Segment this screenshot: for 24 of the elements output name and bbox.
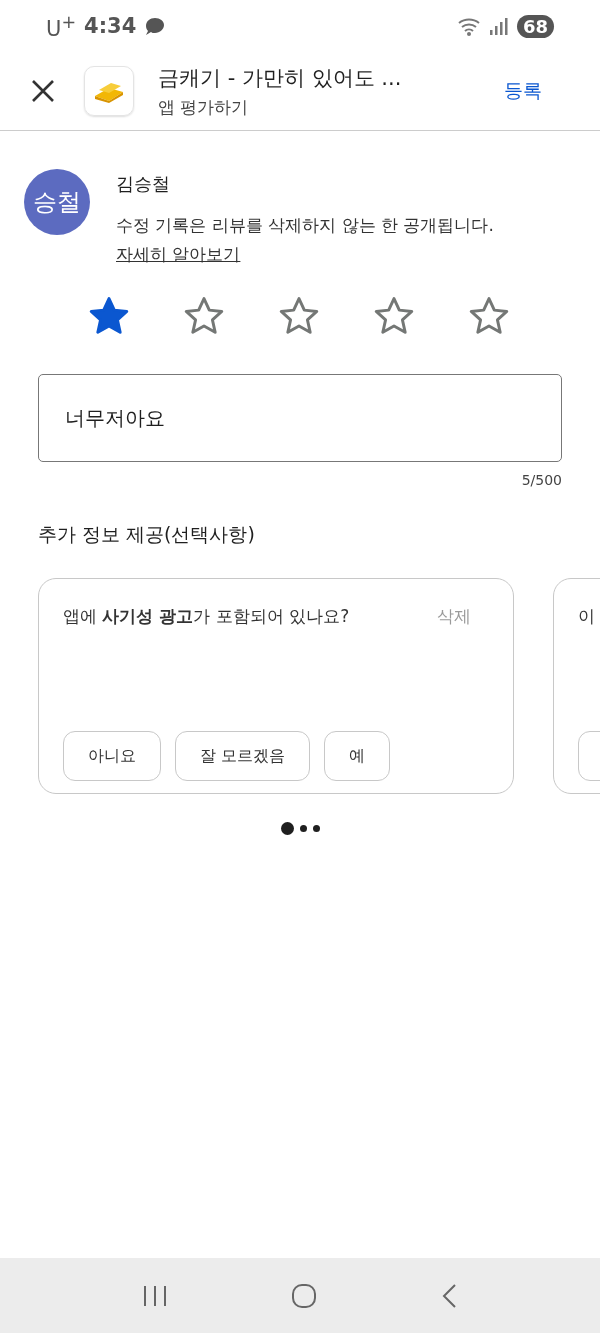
- answer-button[interactable]: 아니요: [63, 731, 161, 781]
- back-icon[interactable]: [440, 1282, 459, 1309]
- learn-more-link[interactable]: 자세히 알아보기: [116, 244, 241, 264]
- user-name: 김승철: [116, 172, 171, 196]
- review-input-field[interactable]: 너무저아요: [38, 374, 562, 462]
- signal-icon: [488, 16, 509, 36]
- notice-text: 수정 기록은 리뷰를 삭제하지 않는 한 공개됩니다.: [116, 214, 494, 237]
- clock-time: 4:34: [84, 14, 137, 38]
- user-avatar: 승철: [24, 169, 90, 235]
- page-subtitle: 앱 평가하기: [158, 95, 250, 119]
- answer-button[interactable]: 예: [324, 731, 391, 781]
- close-icon[interactable]: [30, 78, 56, 104]
- question-text: 이: [578, 605, 595, 628]
- app-title: 금캐기 - 가만히 있어도 ...: [158, 64, 403, 92]
- submit-button[interactable]: 등록: [500, 74, 546, 108]
- recent-apps-icon[interactable]: [141, 1283, 168, 1308]
- battery-indicator: 68: [516, 14, 554, 38]
- character-counter: 5/500: [520, 472, 562, 488]
- app-icon: [84, 66, 134, 116]
- carrier-label: U$^{+}$: [46, 11, 77, 41]
- home-icon[interactable]: [291, 1282, 317, 1309]
- answer-button[interactable]: 잘 모르겠음: [175, 731, 311, 781]
- question-text: 앱에 사기성 광고가 포함되어 있나요?: [63, 605, 350, 628]
- section-title: 추가 정보 제공(선택사항): [38, 522, 256, 547]
